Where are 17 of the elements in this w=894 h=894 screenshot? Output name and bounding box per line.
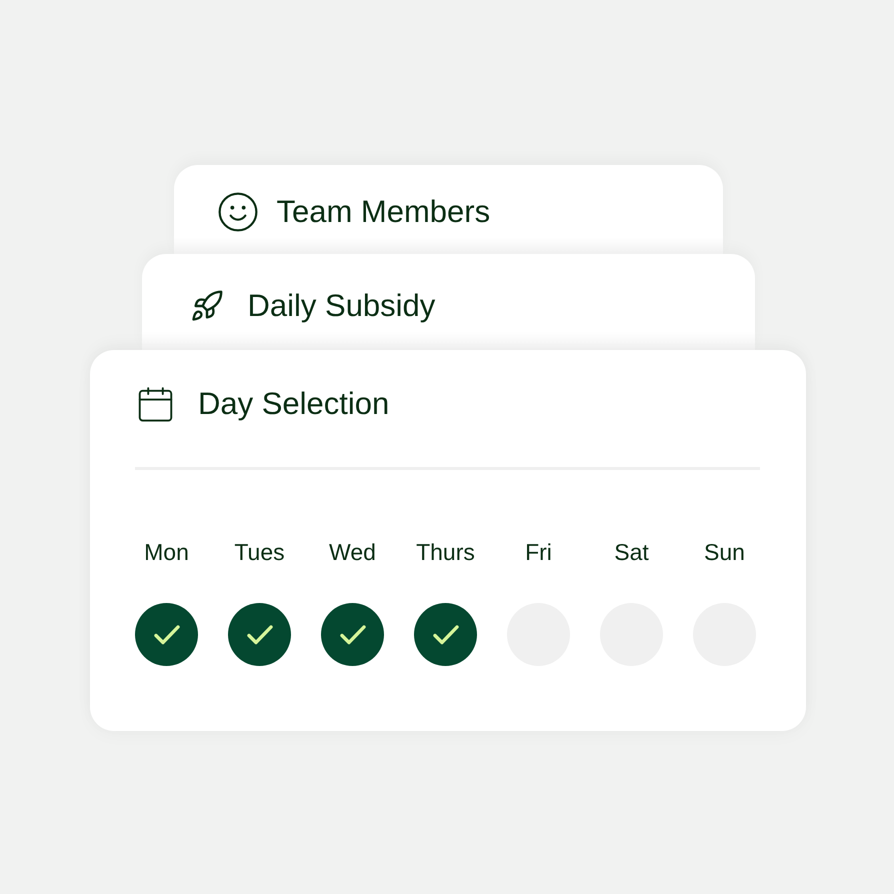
check-icon (340, 624, 366, 644)
calendar-icon (138, 386, 173, 422)
check-icon (154, 624, 180, 644)
day-label: Mon (144, 538, 189, 566)
day-label: Tues (234, 538, 285, 566)
card-title: Team Members (276, 193, 490, 231)
day-label: Fri (525, 538, 552, 566)
card-title: Daily Subsidy (248, 287, 436, 325)
card-title: Day Selection (198, 385, 390, 423)
day-label: Thurs (416, 538, 475, 566)
day-label: Sun (704, 538, 745, 566)
day-label: Wed (329, 538, 376, 566)
check-icon (432, 624, 458, 644)
smiley-icon (218, 192, 258, 232)
day-label: Sat (614, 538, 649, 566)
check-icon (246, 624, 272, 644)
rocket-icon (190, 289, 224, 323)
